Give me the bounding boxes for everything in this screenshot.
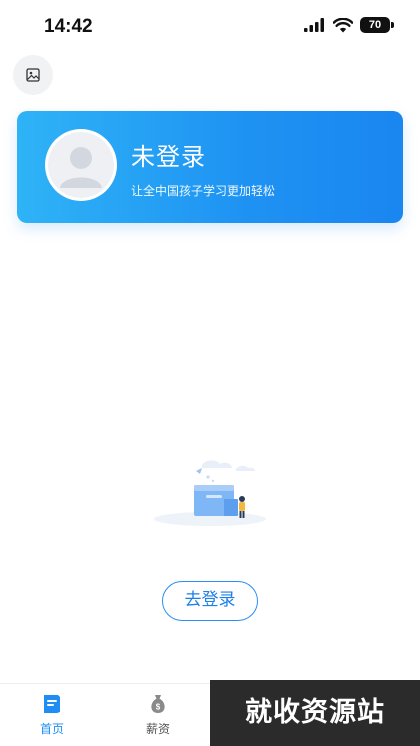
profile-card[interactable]: 未登录 让全中国孩子学习更加轻松 (17, 111, 403, 223)
image-button[interactable] (13, 55, 53, 95)
battery-level: 70 (360, 17, 390, 33)
svg-text:$: $ (156, 703, 161, 712)
status-icons: 70 (304, 17, 394, 33)
signal-icon (304, 18, 324, 32)
status-time: 14:42 (44, 16, 93, 37)
status-bar: 14:42 70 (0, 0, 420, 52)
empty-box-illustration (154, 460, 266, 526)
money-bag-icon: $ (151, 695, 165, 713)
tab-salary[interactable]: $ 薪资 (128, 692, 188, 737)
battery-icon: 70 (360, 17, 394, 33)
watermark-overlay: 就收资源站 (210, 680, 420, 746)
tab-home[interactable]: 首页 (22, 692, 82, 737)
wifi-icon (333, 17, 353, 32)
default-avatar-icon[interactable] (45, 129, 117, 201)
battery-tip (391, 22, 394, 28)
home-doc-icon (44, 695, 60, 713)
tab-salary-label: 薪资 (145, 722, 170, 736)
avatar-silhouette (48, 132, 114, 198)
go-login-button[interactable]: 去登录 (162, 581, 258, 621)
screen: 14:42 70 未登录 让全中国孩子学习更加轻松 去登录 首页 $ 薪资 就收… (0, 0, 420, 746)
login-status-title[interactable]: 未登录 (131, 137, 206, 172)
slogan-text: 让全中国孩子学习更加轻松 (131, 184, 276, 198)
image-icon (26, 68, 40, 82)
tab-home-label: 首页 (39, 722, 64, 736)
